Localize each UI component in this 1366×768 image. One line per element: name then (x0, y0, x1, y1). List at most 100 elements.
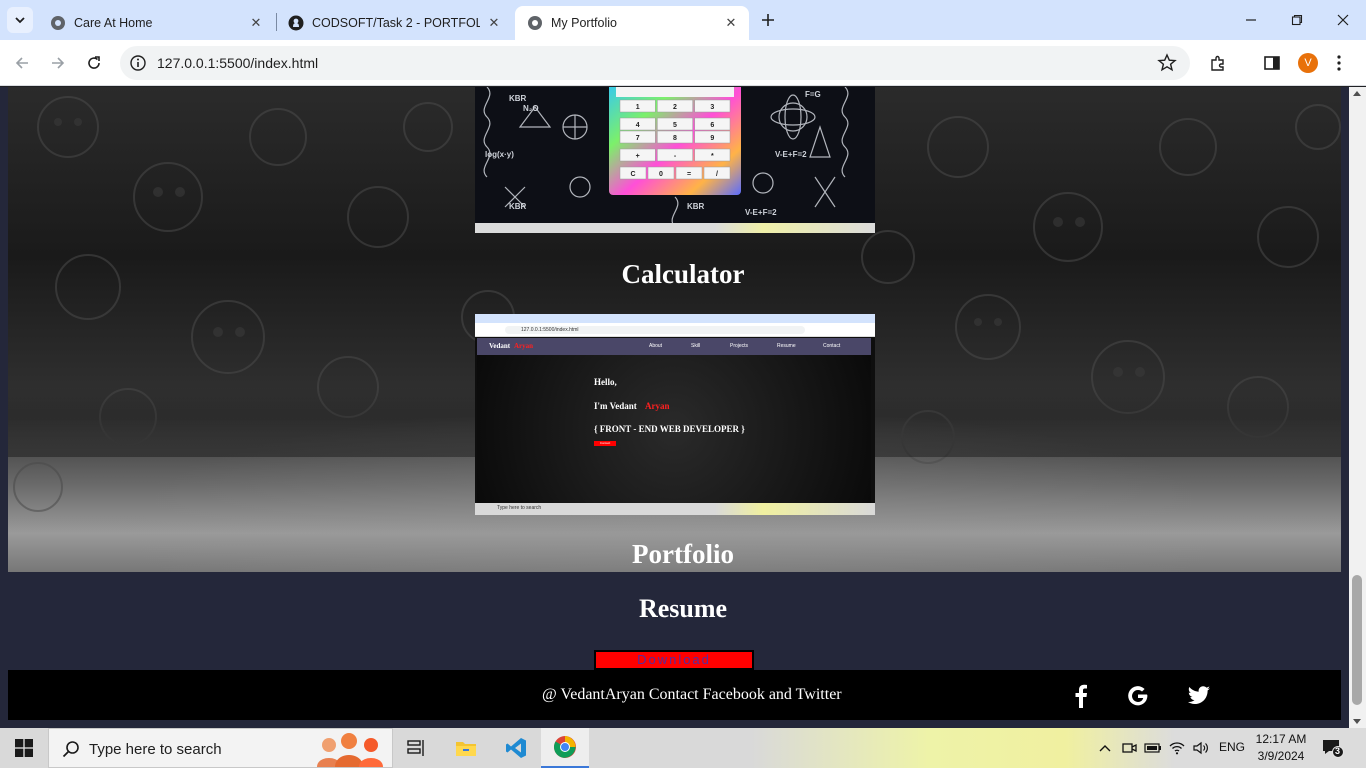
battery-icon (1144, 743, 1161, 753)
calc-key-label: 3 (710, 104, 714, 111)
profile-avatar[interactable]: V (1298, 53, 1318, 73)
browser-tabstrip: Care At Home ✕ CODSOFT/Task 2 - PORTFOLI… (0, 0, 1366, 40)
taskbar-search[interactable]: Type here to search (48, 728, 393, 768)
taskbar-search-placeholder: Type here to search (89, 741, 222, 758)
mini-hero: Hello, I'm Vedant Aryan { FRONT - END WE… (477, 355, 871, 503)
language-indicator[interactable]: ENG (1219, 740, 1245, 754)
windows-taskbar: Type here to search ENG 12:17 AM 3/9/202… (0, 728, 1366, 768)
mini-navbar: Vedant Aryan About Skill Projects Resume… (477, 338, 871, 355)
side-panel-button[interactable] (1261, 52, 1283, 74)
twitter-link[interactable] (1186, 683, 1212, 709)
mini-brand-first: Vedant (489, 342, 511, 350)
facebook-icon (1075, 684, 1087, 708)
close-window-button[interactable] (1320, 0, 1366, 40)
scroll-down-arrow[interactable] (1353, 719, 1361, 724)
svg-text:KBR: KBR (687, 202, 705, 211)
back-button[interactable] (8, 49, 36, 77)
mini-nav-about: About (649, 343, 663, 349)
new-tab-button[interactable] (756, 8, 780, 32)
svg-text:KBR: KBR (509, 94, 527, 103)
footer-text: @ VedantAryan Contact Facebook and Twitt… (542, 686, 842, 703)
site-info-icon[interactable] (128, 53, 148, 73)
tab-title: Care At Home (74, 16, 153, 30)
folder-icon (456, 742, 476, 756)
mini-nav-projects: Projects (730, 343, 749, 349)
facebook-link[interactable] (1068, 683, 1094, 709)
svg-text:V-E+F=2: V-E+F=2 (745, 208, 777, 217)
mini-intro-prefix: I'm Vedant (594, 401, 640, 411)
reload-button[interactable] (80, 49, 108, 77)
puzzle-icon (1211, 55, 1224, 71)
mini-taskbar-search: Type here to search (497, 505, 542, 511)
tab-title: CODSOFT/Task 2 - PORTFOLIO (312, 16, 480, 30)
reload-icon (88, 56, 100, 69)
arrow-left-icon (15, 57, 28, 69)
svg-text:F=G: F=G (805, 90, 821, 99)
mini-nav-skill: Skill (691, 343, 701, 349)
camera-icon (1122, 743, 1137, 753)
network-button[interactable] (1167, 738, 1187, 758)
page-scrollbar[interactable] (1349, 87, 1366, 728)
mini-url: 127.0.0.1:5500/index.html (505, 326, 805, 334)
clock-date: 3/9/2024 (1257, 749, 1305, 763)
mini-role: { FRONT - END WEB DEVELOPER } (594, 424, 745, 434)
chevron-up-icon (1099, 745, 1111, 752)
svg-text:log(x·y): log(x·y) (485, 150, 514, 159)
tab-title: My Portfolio (551, 16, 617, 30)
mini-nav-resume: Resume (777, 343, 796, 349)
close-tab-icon[interactable]: ✕ (723, 15, 739, 31)
github-icon (288, 15, 304, 31)
battery-button[interactable] (1143, 738, 1163, 758)
chevron-down-icon (15, 17, 25, 24)
vscode-button[interactable] (492, 728, 540, 768)
resume-heading: Resume (638, 594, 728, 623)
file-explorer-button[interactable] (442, 728, 490, 768)
svg-text:V-E+F=2: V-E+F=2 (775, 150, 807, 159)
address-bar[interactable]: 127.0.0.1:5500/index.html (120, 46, 1190, 80)
restore-button[interactable] (1274, 0, 1320, 40)
volume-button[interactable] (1191, 738, 1211, 758)
restore-icon (1291, 14, 1303, 26)
notification-center-button[interactable]: 3 (1322, 738, 1344, 758)
chrome-button[interactable] (541, 728, 589, 768)
minimize-button[interactable] (1228, 0, 1274, 40)
calc-key-label: 2 (673, 104, 677, 111)
show-hidden-icons-button[interactable] (1095, 738, 1115, 758)
tab-search-button[interactable] (7, 7, 33, 33)
meet-now-button[interactable] (1119, 738, 1139, 758)
scroll-thumb[interactable] (1352, 575, 1362, 705)
url-text[interactable]: 127.0.0.1:5500/index.html (157, 55, 318, 71)
vscode-icon (506, 738, 526, 758)
calc-key-label: 5 (673, 122, 677, 129)
svg-text:KBR: KBR (509, 202, 527, 211)
browser-toolbar: 127.0.0.1:5500/index.html (0, 40, 1366, 86)
task-view-icon (407, 740, 424, 756)
calc-key-label: 1 (636, 104, 640, 111)
calculator-heading: Calculator (621, 259, 745, 289)
browser-menu-button[interactable] (1328, 52, 1350, 74)
close-icon (1337, 14, 1349, 26)
wifi-icon (1169, 742, 1185, 755)
extensions-button[interactable] (1207, 52, 1229, 74)
bookmark-star-icon[interactable] (1156, 52, 1178, 74)
system-clock[interactable]: 12:17 AM 3/9/2024 (1253, 731, 1309, 765)
calculator-screenshot: KBRKBR KBR N₂OV-E+F=2log(x·y) F=GV-E+F=2 … (475, 87, 875, 233)
portfolio-heading: Portfolio (632, 539, 734, 569)
calculator-project-image[interactable]: KBR KBR KBR N₂O V-E+F=2 log(x·y) F=G V-E+F=2 … (475, 87, 875, 233)
portfolio-project-image[interactable]: 127.0.0.1:5500/index.html Vedant Aryan A… (475, 314, 875, 515)
notification-count: 3 (1335, 746, 1341, 756)
scroll-up-arrow[interactable] (1353, 91, 1361, 96)
close-tab-icon[interactable]: ✕ (248, 15, 264, 31)
google-link[interactable] (1125, 683, 1151, 709)
task-view-button[interactable] (393, 728, 441, 768)
tab-my-portfolio[interactable]: My Portfolio ✕ (515, 6, 749, 40)
tab-care-at-home[interactable]: Care At Home ✕ (38, 6, 274, 40)
close-tab-icon[interactable]: ✕ (486, 15, 502, 31)
calc-key-label: * (711, 153, 714, 160)
tab-codsoft-github[interactable]: CODSOFT/Task 2 - PORTFOLIO ✕ (276, 6, 512, 40)
download-resume-button[interactable]: Download (594, 650, 754, 670)
start-button[interactable] (0, 728, 48, 768)
forward-button[interactable] (44, 49, 72, 77)
calc-key-label: 6 (710, 122, 714, 129)
calc-key-label: 9 (710, 135, 714, 142)
